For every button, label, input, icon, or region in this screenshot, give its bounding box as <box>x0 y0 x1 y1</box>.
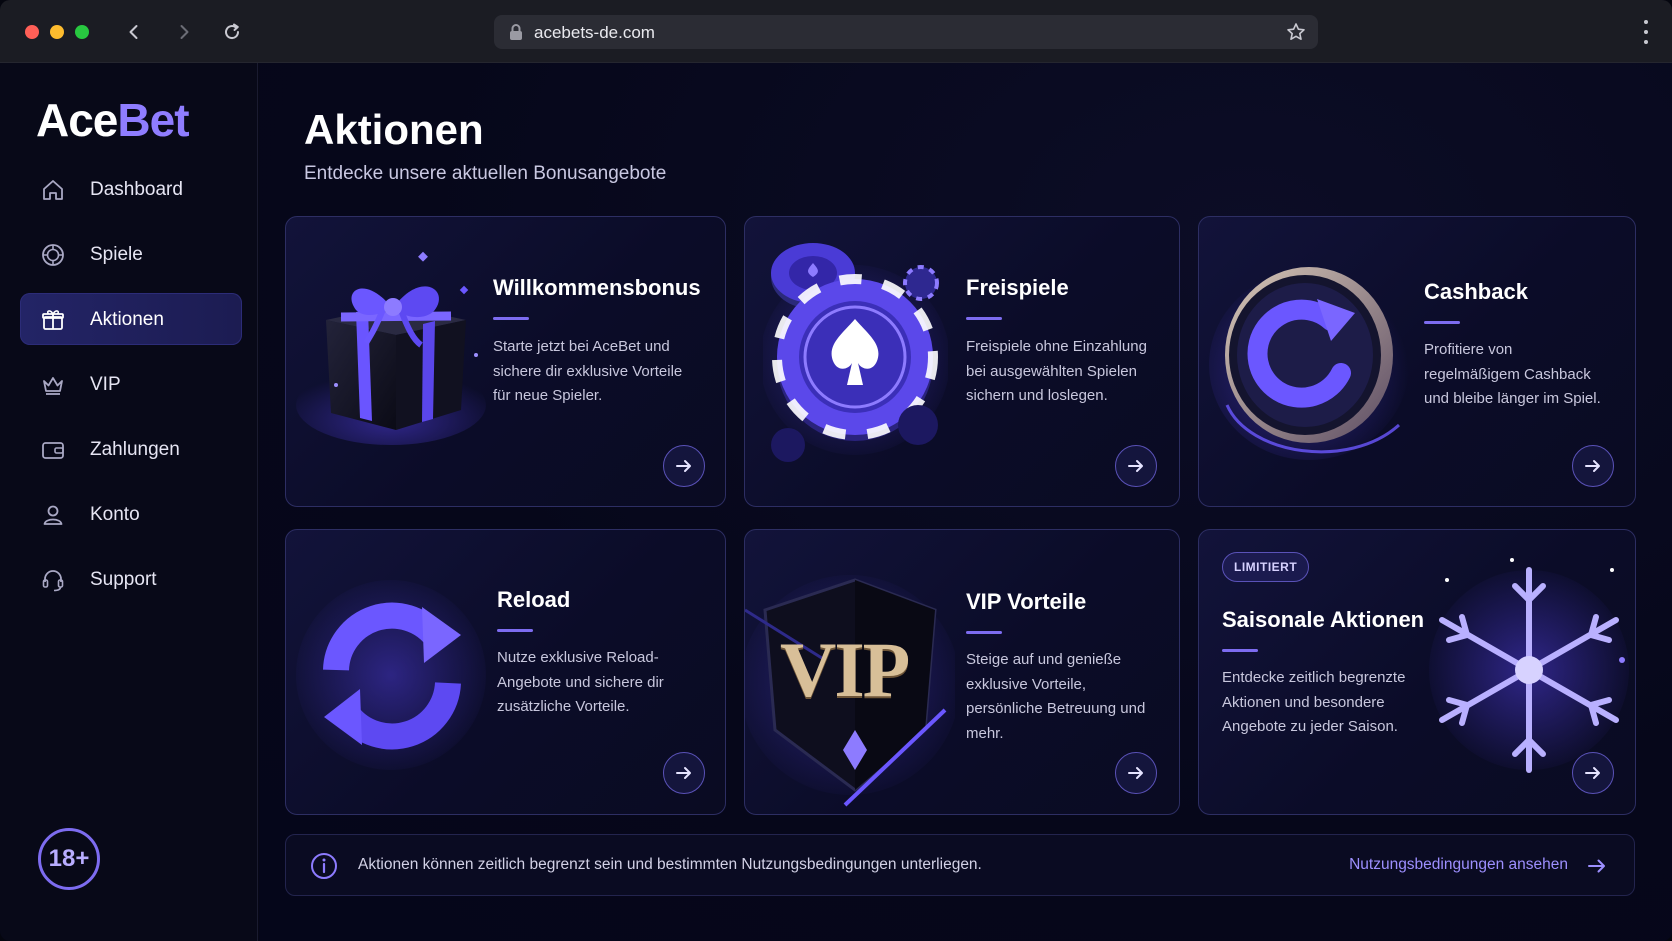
main-content: Aktionen Entdecke unsere aktuellen Bonus… <box>259 63 1672 941</box>
promo-card-cashback[interactable]: Cashback Profitiere von regelmäßigem Cas… <box>1198 216 1636 507</box>
sidebar-item-label: Spiele <box>90 244 143 265</box>
sidebar-item-spiele[interactable]: Spiele <box>20 228 242 280</box>
browser-menu-button[interactable] <box>1642 20 1650 44</box>
card-arrow-button[interactable] <box>663 752 705 794</box>
sidebar-item-label: Zahlungen <box>90 439 180 460</box>
info-icon <box>311 853 337 879</box>
promo-card-willkommensbonus[interactable]: Willkommensbonus Starte jetzt bei AceBet… <box>285 216 726 507</box>
sidebar-item-konto[interactable]: Konto <box>20 488 242 540</box>
vip-emblem-text: VIP <box>780 626 910 713</box>
terms-info-bar: Aktionen können zeitlich begrenzt sein u… <box>285 834 1635 896</box>
card-divider <box>966 317 1002 320</box>
gift-icon <box>42 310 64 330</box>
logo-text-bet: Bet <box>117 94 189 146</box>
acebet-logo[interactable]: AceBet <box>36 93 190 147</box>
card-divider <box>966 631 1002 634</box>
snowflake-icon <box>1429 558 1629 773</box>
headset-icon <box>42 570 64 592</box>
arrow-right-icon <box>1585 767 1600 779</box>
lock-icon <box>510 24 522 40</box>
forward-button[interactable] <box>170 18 198 46</box>
arrow-right-icon <box>1585 460 1600 472</box>
limited-badge: LIMITIERT <box>1222 552 1310 582</box>
url-text: acebets-de.com <box>534 23 655 42</box>
gift-box-icon <box>296 251 486 445</box>
sidebar-item-aktionen[interactable]: Aktionen <box>20 293 242 345</box>
page-title: Aktionen <box>304 106 484 153</box>
home-icon <box>43 180 63 200</box>
card-description: Starte jetzt bei AceBet und sichere dir … <box>493 338 683 404</box>
sidebar-nav: Dashboard Spiele Aktionen VIP Zahlungen … <box>20 163 242 618</box>
chip-icon <box>42 244 64 266</box>
sidebar: AceBet Dashboard Spiele Aktionen VIP Zah… <box>0 63 258 941</box>
card-arrow-button[interactable] <box>1572 445 1614 487</box>
bookmark-star-icon[interactable] <box>1286 22 1306 42</box>
chevron-right-icon <box>180 25 189 39</box>
card-description: Entdecke zeitlich begrenzte Aktionen und… <box>1222 669 1406 735</box>
sidebar-item-label: Dashboard <box>90 179 183 200</box>
sidebar-item-vip[interactable]: VIP <box>20 358 242 410</box>
app-window: acebets-de.com AceBet Dashboard Spiele A… <box>0 0 1672 941</box>
arrow-right-icon[interactable] <box>1586 855 1608 877</box>
card-divider <box>497 629 533 632</box>
promo-card-vip-vorteile[interactable]: VIP VIP Vorteile Steige auf und genieße … <box>744 529 1180 815</box>
arrow-right-icon <box>676 767 691 779</box>
card-title: VIP Vorteile <box>966 589 1087 614</box>
page-subtitle: Entdecke unsere aktuellen Bonusangebote <box>304 163 667 184</box>
back-button[interactable] <box>120 18 148 46</box>
sidebar-item-label: Support <box>90 569 157 590</box>
sidebar-item-zahlungen[interactable]: Zahlungen <box>20 423 242 475</box>
terms-link[interactable]: Nutzungsbedingungen ansehen <box>1349 856 1568 874</box>
crown-icon <box>43 377 63 395</box>
promo-card-saisonale-aktionen[interactable]: LIMITIERT Saisonale Aktionen Entdecke ze… <box>1198 529 1636 815</box>
age-restriction-badge: 18+ <box>38 828 100 890</box>
card-arrow-button[interactable] <box>1115 445 1157 487</box>
card-arrow-button[interactable] <box>1572 752 1614 794</box>
maximize-window-button[interactable] <box>75 25 89 39</box>
card-title: Willkommensbonus <box>493 275 701 300</box>
card-description: Steige auf und genieße exklusive Vorteil… <box>966 651 1146 742</box>
cashback-coin-icon <box>1209 267 1409 460</box>
sidebar-item-label: Aktionen <box>90 309 164 330</box>
address-bar[interactable]: acebets-de.com <box>494 15 1318 49</box>
card-title: Cashback <box>1424 279 1528 304</box>
card-description: Freispiele ohne Einzahlung bei ausgewähl… <box>966 338 1147 404</box>
poker-chip-icon <box>763 243 948 462</box>
refresh-icon <box>225 23 240 40</box>
arrow-right-icon <box>1128 767 1143 779</box>
chevron-left-icon <box>129 25 138 39</box>
minimize-window-button[interactable] <box>50 25 64 39</box>
reload-button[interactable] <box>218 18 246 46</box>
promo-card-reload[interactable]: Reload Nutze exklusive Reload-Angebote u… <box>285 529 726 815</box>
card-divider <box>1222 649 1258 652</box>
browser-toolbar: acebets-de.com <box>0 0 1672 63</box>
card-title: Freispiele <box>966 275 1069 300</box>
wallet-icon <box>42 442 64 459</box>
terms-info-text: Aktionen können zeitlich begrenzt sein u… <box>358 856 982 873</box>
logo-text-ace: Ace <box>36 94 118 146</box>
arrow-right-icon <box>676 460 691 472</box>
promo-card-freispiele[interactable]: Freispiele Freispiele ohne Einzahlung be… <box>744 216 1180 507</box>
sidebar-item-label: Konto <box>90 504 140 525</box>
sidebar-item-label: VIP <box>90 374 121 395</box>
card-divider <box>1424 321 1460 324</box>
reload-arrows-icon <box>296 580 486 770</box>
card-divider <box>493 317 529 320</box>
card-description: Profitiere von regelmäßigem Cashback und… <box>1424 341 1601 407</box>
card-title: Saisonale Aktionen <box>1222 607 1425 632</box>
sidebar-item-dashboard[interactable]: Dashboard <box>20 163 242 215</box>
card-description: Nutze exklusive Reload-Angebote und sich… <box>497 649 664 715</box>
user-icon <box>43 505 63 525</box>
close-window-button[interactable] <box>25 25 39 39</box>
sidebar-item-support[interactable]: Support <box>20 553 242 605</box>
card-arrow-button[interactable] <box>1115 752 1157 794</box>
arrow-right-icon <box>1128 460 1143 472</box>
card-arrow-button[interactable] <box>663 445 705 487</box>
card-title: Reload <box>497 587 571 612</box>
